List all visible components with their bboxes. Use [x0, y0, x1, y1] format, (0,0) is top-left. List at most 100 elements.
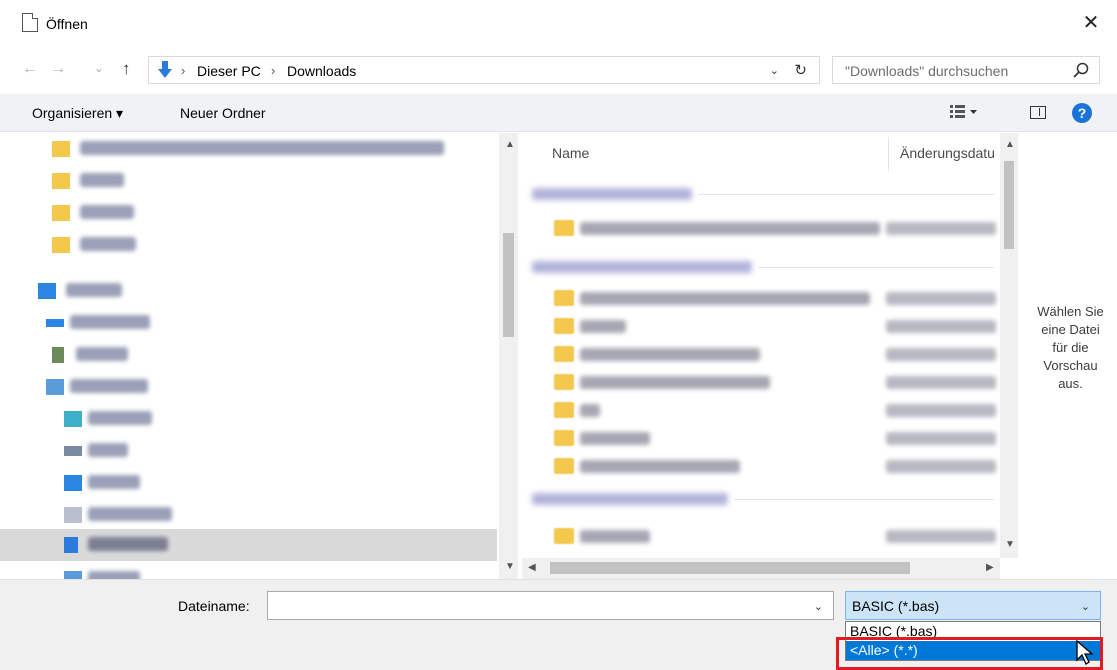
- file-name: [580, 320, 626, 333]
- list-item[interactable]: [522, 283, 1000, 313]
- close-icon[interactable]: ✕: [1079, 10, 1103, 35]
- list-item[interactable]: [522, 213, 1000, 243]
- file-date: [886, 404, 996, 417]
- view-options-icon[interactable]: [950, 105, 978, 119]
- nav-item[interactable]: [0, 499, 497, 531]
- scroll-right-icon[interactable]: ▶: [986, 562, 994, 573]
- new-folder-button[interactable]: Neuer Ordner: [180, 105, 266, 121]
- nav-item-downloads[interactable]: [0, 529, 497, 561]
- group-divider: [698, 194, 994, 195]
- nav-item[interactable]: [0, 563, 497, 579]
- horizontal-scrollbar[interactable]: ◀ ▶: [522, 558, 1000, 579]
- 3d-objects-icon: [64, 411, 82, 427]
- file-date: [886, 460, 996, 473]
- pictures-icon: [64, 446, 82, 456]
- recent-locations-chevron-icon[interactable]: ⌄: [94, 61, 104, 75]
- scroll-up-icon[interactable]: ▲: [505, 139, 515, 150]
- file-name: [580, 530, 650, 543]
- folder-icon: [554, 374, 574, 390]
- filename-dropdown-chevron-icon[interactable]: ⌄: [814, 600, 823, 613]
- group-header[interactable]: [532, 261, 752, 273]
- list-item[interactable]: [522, 395, 1000, 425]
- filename-label: Dateiname:: [178, 598, 250, 614]
- folder-icon: [52, 141, 70, 157]
- list-item[interactable]: [522, 311, 1000, 341]
- address-bar[interactable]: › Dieser PC › Downloads ⌄ ↻: [148, 56, 820, 84]
- list-item[interactable]: [522, 423, 1000, 453]
- nav-item[interactable]: [0, 371, 497, 403]
- nav-item[interactable]: [0, 339, 497, 371]
- nav-item[interactable]: [0, 197, 497, 229]
- address-dropdown-chevron-icon[interactable]: ⌄: [770, 64, 779, 77]
- filetype-select[interactable]: BASIC (*.bas) ⌄: [845, 591, 1101, 620]
- nav-item-label: [80, 237, 136, 251]
- up-button[interactable]: ↑: [122, 59, 131, 79]
- folder-icon: [52, 237, 70, 253]
- nav-item-label: [88, 507, 172, 521]
- annotation-highlight-box: [836, 637, 1103, 670]
- desktop-icon: [38, 283, 56, 299]
- file-date: [886, 376, 996, 389]
- folder-icon: [52, 205, 70, 221]
- filename-input[interactable]: ⌄: [267, 591, 834, 620]
- list-item[interactable]: [522, 367, 1000, 397]
- column-divider: [888, 137, 889, 171]
- filetype-chevron-icon[interactable]: ⌄: [1081, 600, 1090, 613]
- nav-item[interactable]: [0, 307, 497, 339]
- preview-pane-icon[interactable]: [1030, 106, 1046, 119]
- forward-button[interactable]: →: [50, 60, 66, 78]
- nav-item[interactable]: [0, 133, 497, 165]
- group-header[interactable]: [532, 188, 692, 200]
- folder-icon: [554, 346, 574, 362]
- nav-item[interactable]: [0, 403, 497, 435]
- nav-item-label: [80, 205, 134, 219]
- file-name: [580, 404, 600, 417]
- column-header-modified[interactable]: Änderungsdatu: [900, 145, 995, 161]
- nav-item-label: [88, 571, 140, 579]
- scrollbar-thumb[interactable]: [503, 233, 514, 337]
- scroll-left-icon[interactable]: ◀: [528, 562, 536, 573]
- folder-icon: [554, 430, 574, 446]
- folder-icon: [554, 290, 574, 306]
- file-name: [580, 460, 740, 473]
- nav-item[interactable]: [0, 275, 497, 307]
- file-list-scrollbar[interactable]: ▲ ▼: [1000, 133, 1018, 558]
- navigation-pane[interactable]: ▲ ▼: [0, 133, 520, 579]
- nav-item[interactable]: [0, 229, 497, 261]
- scroll-down-icon[interactable]: ▼: [1005, 539, 1015, 550]
- file-name: [580, 292, 870, 305]
- user-icon: [52, 347, 64, 363]
- column-header-name[interactable]: Name: [552, 145, 589, 161]
- documents-icon: [64, 507, 82, 523]
- search-box[interactable]: "Downloads" durchsuchen: [832, 56, 1100, 84]
- nav-item-label: [80, 141, 444, 155]
- file-name: [580, 376, 770, 389]
- nav-item[interactable]: [0, 467, 497, 499]
- scroll-down-icon[interactable]: ▼: [505, 561, 515, 572]
- nav-scrollbar[interactable]: ▲ ▼: [499, 133, 518, 579]
- preview-message: Wählen Sie eine Datei für die Vorschau a…: [1037, 304, 1104, 391]
- organize-button[interactable]: Organisieren ▾: [32, 105, 123, 122]
- nav-item[interactable]: [0, 165, 497, 197]
- list-item[interactable]: [522, 339, 1000, 369]
- breadcrumb-downloads[interactable]: Downloads: [287, 63, 356, 79]
- nav-item-label: [88, 537, 168, 551]
- breadcrumb-dieser-pc[interactable]: Dieser PC: [197, 63, 261, 79]
- file-list[interactable]: Name Änderungsdatu ▲ ▼ ◀ ▶: [522, 133, 1024, 579]
- scrollbar-thumb[interactable]: [550, 562, 910, 574]
- list-item[interactable]: [522, 521, 1000, 551]
- search-icon: [1073, 62, 1089, 78]
- address-row: ← → ⌄ ↑ › Dieser PC › Downloads ⌄ ↻ "Dow…: [0, 52, 1117, 88]
- help-icon[interactable]: ?: [1072, 103, 1092, 123]
- desktop-icon: [64, 475, 82, 491]
- document-icon: [22, 13, 38, 32]
- refresh-icon[interactable]: ↻: [794, 61, 807, 79]
- scrollbar-thumb[interactable]: [1004, 161, 1014, 249]
- group-header[interactable]: [532, 493, 728, 505]
- back-button[interactable]: ←: [22, 60, 38, 78]
- scroll-up-icon[interactable]: ▲: [1005, 139, 1015, 150]
- folder-icon: [554, 528, 574, 544]
- list-item[interactable]: [522, 451, 1000, 481]
- nav-item[interactable]: [0, 435, 497, 467]
- preview-pane: Wählen Sie eine Datei für die Vorschau a…: [1024, 133, 1117, 579]
